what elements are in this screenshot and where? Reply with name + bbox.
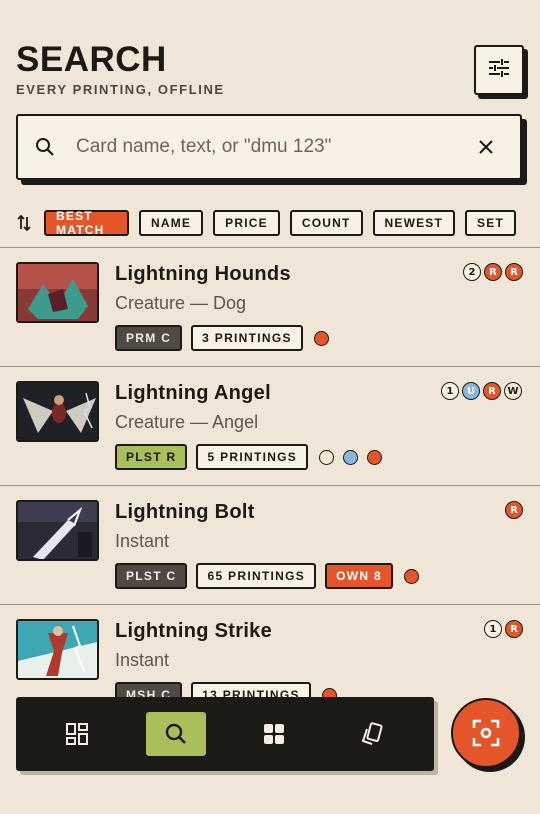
printings-badge[interactable]: 5 PRINTINGS [196, 444, 309, 470]
printings-badge[interactable]: 3 PRINTINGS [191, 325, 303, 351]
nav-collection[interactable] [244, 712, 304, 756]
set-badge: PLST C [115, 563, 188, 589]
clear-search-button[interactable] [474, 135, 498, 159]
card-type: Instant [115, 531, 170, 551]
card-art [16, 619, 99, 680]
page-title: SEARCH [16, 40, 167, 79]
card-type: Instant [115, 650, 170, 670]
mana-pip: R [484, 263, 502, 281]
card-name: Lightning Angel [115, 382, 271, 404]
mana-cost: 1 R [481, 620, 523, 638]
nav-dashboard[interactable] [47, 712, 107, 756]
card-badges: PLST R 5 PRINTINGS [115, 444, 389, 470]
mana-cost: R [502, 501, 523, 519]
cards-icon [361, 722, 383, 745]
sort-direction-icon[interactable] [16, 213, 32, 233]
sort-chip-count[interactable]: COUNT [289, 210, 363, 236]
color-dot [313, 330, 329, 346]
card-name: Lightning Bolt [115, 501, 255, 523]
card-row[interactable]: Lightning Angel Creature — Angel 1 U R W… [0, 366, 540, 484]
close-icon [479, 140, 493, 154]
sort-chip-set[interactable]: SET [465, 210, 516, 236]
mana-pip: 2 [463, 263, 481, 281]
nav-search[interactable] [145, 712, 206, 756]
mana-cost: 1 U R W [438, 382, 522, 400]
grid-icon [264, 724, 285, 744]
mana-cost: 2 R R [460, 263, 523, 281]
card-badges: PRM C 3 PRINTINGS [115, 325, 336, 351]
color-dot [367, 449, 383, 465]
card-row[interactable]: Lightning Hounds Creature — Dog 2 R R PR… [0, 247, 540, 365]
mana-pip: 1 [441, 382, 459, 400]
card-row[interactable]: Lightning Bolt Instant R PLST C 65 PRINT… [0, 485, 540, 603]
page-subtitle: EVERY PRINTING, OFFLINE [16, 82, 225, 97]
card-type: Creature — Angel [115, 412, 259, 432]
mana-pip: W [504, 382, 522, 400]
color-dot [319, 449, 335, 465]
bottom-nav [16, 697, 434, 771]
card-badges: PLST C 65 PRINTINGS OWN 8 [115, 563, 426, 589]
card-art [16, 500, 99, 561]
card-name: Lightning Strike [115, 620, 273, 642]
search-icon [165, 723, 186, 744]
set-badge: PRM C [115, 325, 183, 351]
mana-pip: R [505, 501, 523, 519]
search-icon [35, 137, 55, 157]
sort-bar: BEST MATCH NAME PRICE COUNT NEWEST SET [16, 209, 526, 237]
color-dot [403, 568, 419, 584]
filter-button[interactable] [474, 45, 524, 95]
scan-button[interactable] [451, 698, 521, 768]
scan-icon [472, 719, 500, 747]
sliders-icon [488, 57, 510, 84]
card-type: Creature — Dog [115, 293, 247, 313]
nav-decks[interactable] [343, 712, 403, 756]
sort-chip-name[interactable]: NAME [139, 210, 204, 236]
dashboard-icon [66, 723, 89, 745]
search-box [16, 114, 522, 180]
sort-chip-best-match[interactable]: BEST MATCH [44, 209, 129, 237]
search-input[interactable] [76, 127, 474, 167]
printings-badge[interactable]: 65 PRINTINGS [196, 563, 317, 589]
mana-pip: R [505, 620, 523, 638]
owned-badge[interactable]: OWN 8 [325, 563, 393, 589]
sort-chip-price[interactable]: PRICE [213, 210, 280, 236]
mana-pip: R [505, 263, 523, 281]
card-art [16, 381, 99, 442]
color-dot [343, 449, 359, 465]
mana-pip: U [462, 382, 480, 400]
mana-pip: 1 [484, 620, 502, 638]
header: SEARCH EVERY PRINTING, OFFLINE [16, 40, 225, 97]
card-name: Lightning Hounds [115, 263, 291, 285]
sort-chip-newest[interactable]: NEWEST [372, 210, 456, 236]
set-badge: PLST R [115, 444, 188, 470]
mana-pip: R [483, 382, 501, 400]
card-art [16, 262, 99, 323]
